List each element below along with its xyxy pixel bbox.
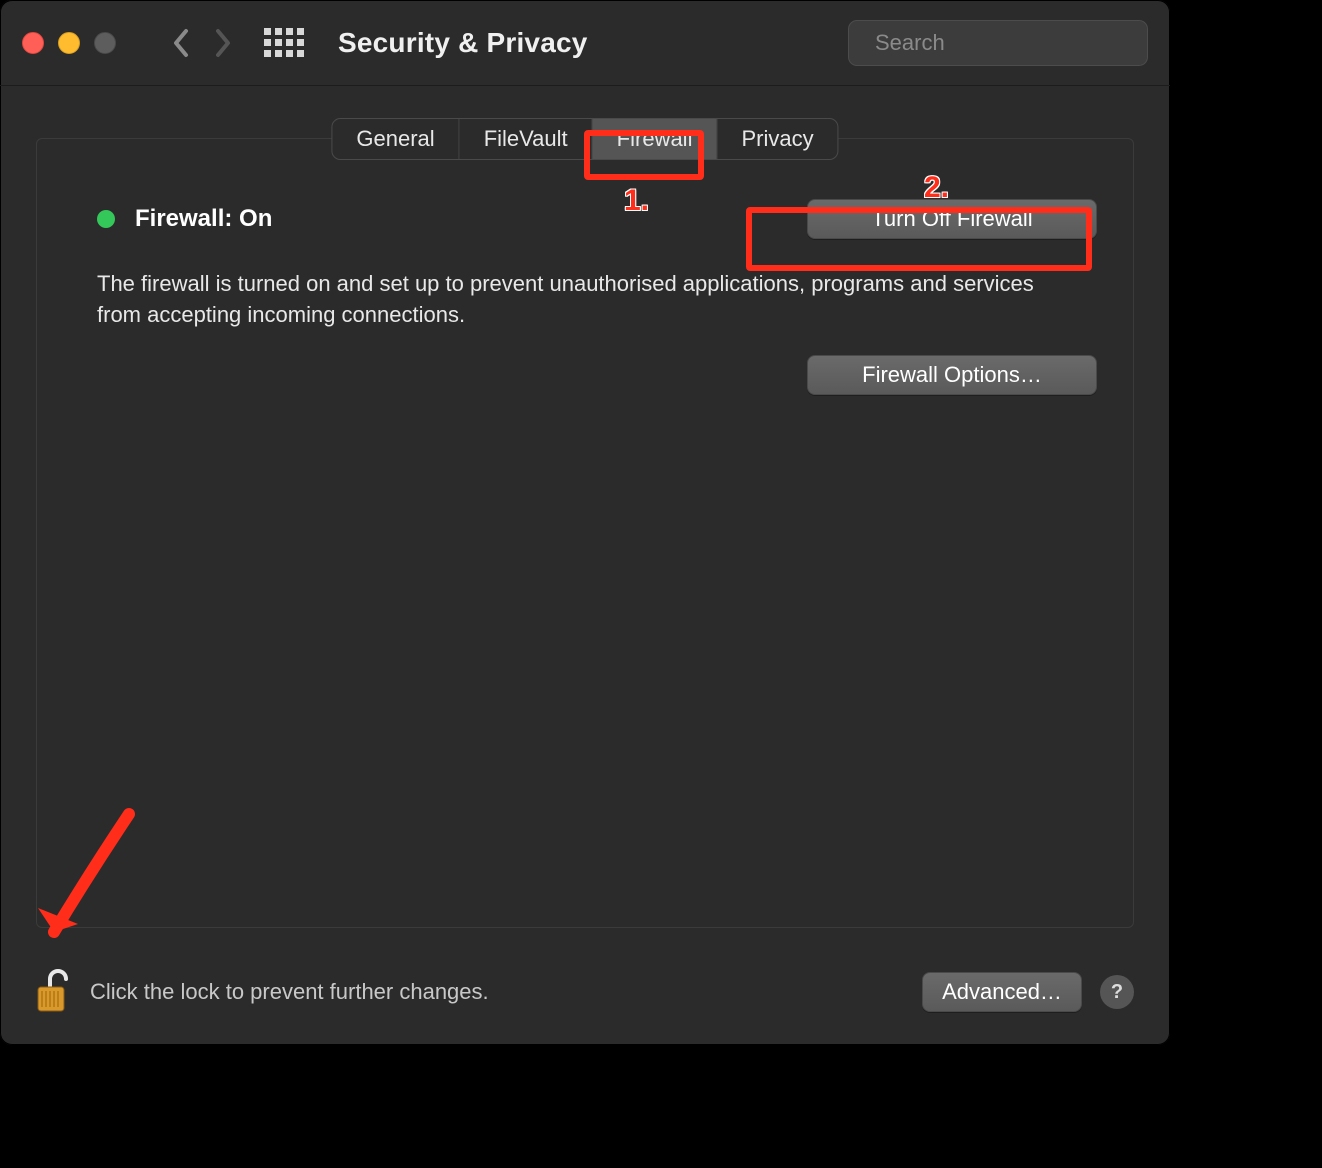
preferences-window: Security & Privacy General FileVault Fir…	[0, 0, 1170, 1045]
zoom-window-button[interactable]	[94, 32, 116, 54]
firewall-description: The firewall is turned on and set up to …	[97, 269, 1053, 331]
forward-button[interactable]	[208, 28, 238, 58]
close-window-button[interactable]	[22, 32, 44, 54]
status-indicator-icon	[97, 210, 115, 228]
tab-privacy[interactable]: Privacy	[717, 119, 837, 159]
firewall-status-label: Firewall: On	[135, 205, 272, 233]
advanced-button[interactable]: Advanced…	[922, 972, 1082, 1012]
footer: Click the lock to prevent further change…	[36, 969, 1134, 1015]
content-area: General FileVault Firewall Privacy Firew…	[0, 86, 1170, 1045]
toolbar: Security & Privacy	[0, 0, 1170, 86]
turn-off-firewall-button[interactable]: Turn Off Firewall	[807, 199, 1097, 239]
tab-filevault[interactable]: FileVault	[460, 119, 593, 159]
settings-panel: General FileVault Firewall Privacy Firew…	[36, 138, 1134, 928]
tab-general[interactable]: General	[332, 119, 459, 159]
minimize-window-button[interactable]	[58, 32, 80, 54]
lock-open-icon[interactable]	[36, 969, 72, 1015]
tab-firewall[interactable]: Firewall	[593, 119, 718, 159]
back-button[interactable]	[166, 28, 196, 58]
tabs-segmented-control: General FileVault Firewall Privacy	[331, 118, 838, 160]
firewall-options-button[interactable]: Firewall Options…	[807, 355, 1097, 395]
help-button[interactable]: ?	[1100, 975, 1134, 1009]
search-input[interactable]	[875, 30, 1163, 56]
window-controls	[22, 32, 116, 54]
lock-hint-text: Click the lock to prevent further change…	[90, 979, 489, 1005]
show-all-icon[interactable]	[264, 28, 304, 57]
search-field[interactable]	[848, 20, 1148, 66]
window-title: Security & Privacy	[338, 27, 588, 59]
